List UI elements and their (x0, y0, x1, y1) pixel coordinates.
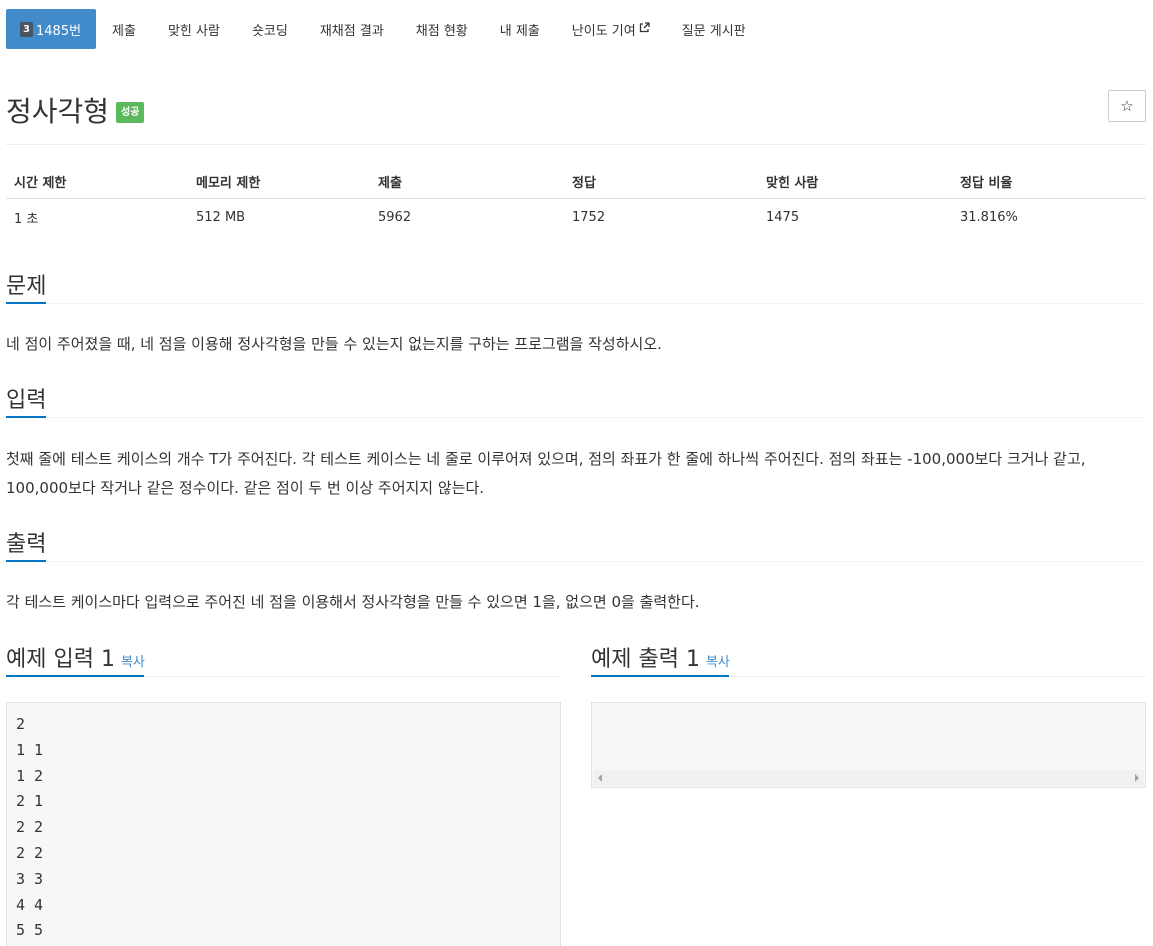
tab-my-submissions[interactable]: 내 제출 (484, 9, 556, 49)
tab-solvers-label: 맞힌 사람 (167, 23, 220, 39)
sample-output-copy-link[interactable]: 복사 (706, 655, 730, 670)
external-link-icon (639, 21, 650, 37)
description-text: 네 점이 주어졌을 때, 네 점을 이용해 정사각형을 만들 수 있는지 없는지… (6, 335, 662, 353)
description-underline (6, 302, 46, 304)
output-text: 각 테스트 케이스마다 입력으로 주어진 네 점을 이용해서 정사각형을 만들 … (6, 593, 700, 611)
tab-rejudge-results-label: 재채점 결과 (319, 23, 384, 39)
tab-problem[interactable]: 3 1485번 (6, 9, 97, 49)
tab-my-submissions-label: 내 제출 (499, 23, 540, 39)
value-submissions: 5962 (378, 209, 412, 225)
value-solvers: 1475 (766, 209, 800, 225)
sample-output-underline (591, 675, 729, 677)
sample-input-heading: 예제 입력 1 복사 (6, 641, 145, 673)
scroll-right-arrow-icon[interactable] (1135, 774, 1139, 782)
tab-difficulty-contribution[interactable]: 난이도 기여 (556, 9, 666, 49)
header-accept-rate: 정답 비율 (952, 164, 1146, 199)
status-badge: 성공 (116, 102, 145, 123)
value-accepted: 1752 (572, 209, 606, 225)
header-submissions: 제출 (370, 164, 564, 199)
sample-output-heading-text: 예제 출력 1 (591, 647, 700, 672)
output-heading-block: 출력 (6, 526, 1146, 562)
info-header-row: 시간 제한 메모리 제한 제출 정답 맞힌 사람 정답 비율 (6, 164, 1146, 199)
tab-judge-status-label: 채점 현황 (415, 23, 468, 39)
title-divider (6, 144, 1146, 145)
problem-page: 3 1485번 제출 맞힌 사람 숏코딩 재채점 결과 채점 현황 내 제출 난… (0, 0, 1153, 946)
info-value-row: 1 초 512 MB 5962 1752 1475 31.816% (6, 199, 1146, 236)
sample-output-scrollbar[interactable] (593, 770, 1144, 786)
sample-output-box[interactable]: 1 0 (591, 702, 1146, 788)
output-heading: 출력 (6, 532, 47, 557)
problem-menu-tabs: 3 1485번 제출 맞힌 사람 숏코딩 재채점 결과 채점 현황 내 제출 난… (6, 9, 762, 49)
tab-submit-label: 제출 (112, 23, 136, 39)
input-underline (6, 416, 46, 418)
sample-output-heading-block: 예제 출력 1 복사 (591, 641, 1146, 677)
header-accepted: 정답 (564, 164, 758, 199)
header-solvers: 맞힌 사람 (758, 164, 952, 199)
page-title: 정사각형 (6, 95, 110, 128)
tab-judge-status[interactable]: 채점 현황 (400, 9, 484, 49)
value-accept-rate: 31.816% (960, 209, 1018, 225)
problem-info-table: 시간 제한 메모리 제한 제출 정답 맞힌 사람 정답 비율 1 초 512 M… (6, 164, 1146, 235)
tier-badge: 3 (20, 21, 33, 37)
description-heading-block: 문제 (6, 268, 1146, 304)
tab-rejudge-results[interactable]: 재채점 결과 (304, 9, 400, 49)
input-heading-block: 입력 (6, 382, 1146, 418)
favorite-star-button[interactable]: ☆ (1108, 90, 1146, 122)
tab-solvers[interactable]: 맞힌 사람 (152, 9, 236, 49)
tab-short-coding[interactable]: 숏코딩 (236, 9, 304, 49)
header-memory-limit: 메모리 제한 (188, 164, 370, 199)
tab-difficulty-contribution-label: 난이도 기여 (571, 23, 636, 39)
star-icon: ☆ (1120, 97, 1134, 115)
output-underline (6, 560, 46, 562)
sample-input-heading-block: 예제 입력 1 복사 (6, 641, 561, 677)
sample-output-heading: 예제 출력 1 복사 (591, 641, 730, 673)
input-divider (6, 417, 1146, 418)
input-text-line-2: 100,000보다 작거나 같은 정수이다. 같은 점이 두 번 이상 주어지지… (6, 479, 485, 497)
sample-input-heading-text: 예제 입력 1 (6, 647, 115, 672)
scroll-left-arrow-icon[interactable] (598, 774, 602, 782)
header-time-limit: 시간 제한 (6, 164, 188, 199)
tab-short-coding-label: 숏코딩 (251, 23, 288, 39)
input-heading: 입력 (6, 388, 47, 413)
output-divider (6, 561, 1146, 562)
input-text-line-1: 첫째 줄에 테스트 케이스의 개수 T가 주어진다. 각 테스트 케이스는 네 … (6, 450, 1086, 468)
tab-question-board[interactable]: 질문 게시판 (666, 9, 762, 49)
problem-title-row: 정사각형 성공 ☆ (6, 88, 1146, 128)
description-divider (6, 303, 1146, 304)
value-time-limit: 1 초 (14, 211, 39, 227)
tab-question-board-label: 질문 게시판 (681, 23, 746, 39)
sample-input-underline (6, 675, 144, 677)
tab-problem-number: 1485번 (36, 23, 82, 39)
value-memory-limit: 512 MB (196, 209, 246, 225)
sample-input-copy-link[interactable]: 복사 (121, 655, 145, 670)
tab-submit[interactable]: 제출 (96, 9, 152, 49)
sample-input-box[interactable]: 2 1 1 1 2 2 1 2 2 2 2 3 3 4 4 5 5 (6, 702, 561, 946)
input-text: 첫째 줄에 테스트 케이스의 개수 T가 주어진다. 각 테스트 케이스는 네 … (6, 445, 1146, 503)
description-heading: 문제 (6, 274, 47, 299)
